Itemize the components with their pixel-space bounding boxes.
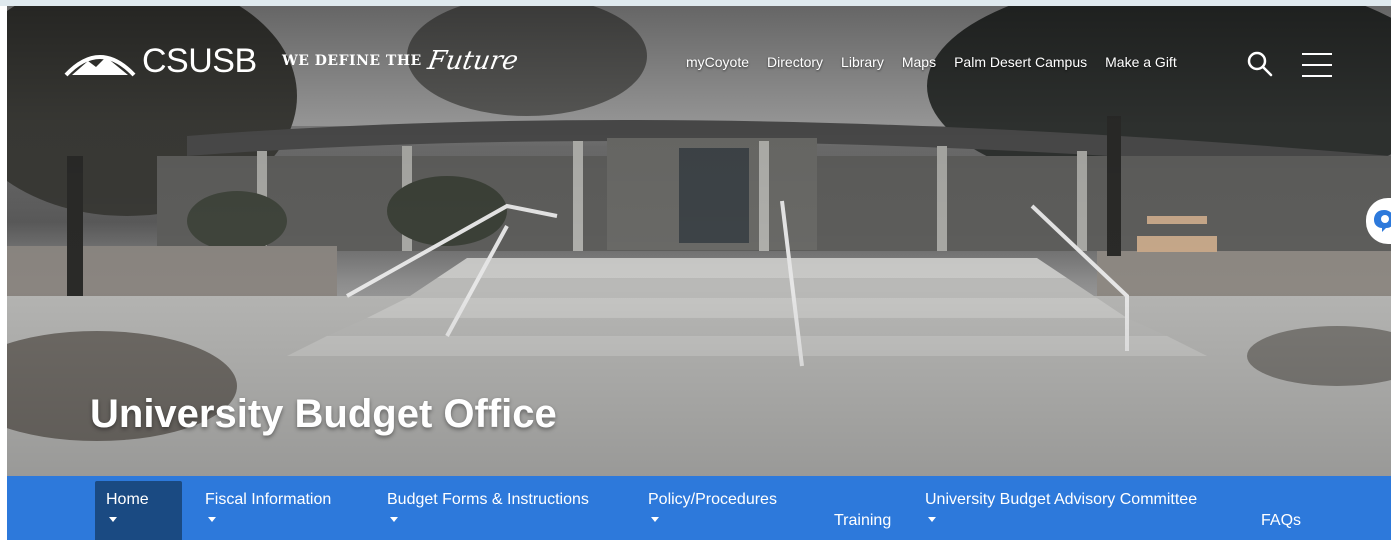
nav-item-label: FAQs (1261, 512, 1302, 529)
utility-nav: myCoyote Directory Library Maps Palm Des… (686, 54, 1177, 70)
menu-button[interactable] (1300, 50, 1334, 80)
chevron-down-icon (109, 517, 117, 522)
nav-link-make-a-gift[interactable]: Make a Gift (1105, 54, 1177, 70)
search-icon (1247, 51, 1273, 77)
nav-item-faqs[interactable]: FAQs (1261, 512, 1301, 530)
logo-text: CSUSB (142, 42, 257, 80)
main-nav: Home Fiscal Information Budget Forms & I… (7, 476, 1391, 540)
chat-bubble-icon (1374, 210, 1391, 232)
nav-item-label: Policy/Procedures (648, 491, 777, 508)
nav-item-label: Budget Forms & Instructions (387, 491, 589, 508)
nav-link-palm-desert-campus[interactable]: Palm Desert Campus (954, 54, 1087, 70)
nav-link-directory[interactable]: Directory (767, 54, 823, 70)
tagline: WE DEFINE THE Future (282, 46, 521, 76)
mountain-logo-icon (64, 55, 136, 77)
nav-link-library[interactable]: Library (841, 54, 884, 70)
nav-item-label: University Budget Advisory Committee (925, 491, 1198, 508)
chevron-down-icon (390, 517, 398, 522)
nav-item-home[interactable]: Home (95, 481, 182, 540)
nav-link-maps[interactable]: Maps (902, 54, 936, 70)
nav-item-budget-forms[interactable]: Budget Forms & Instructions (387, 491, 589, 522)
tagline-script: Future (425, 46, 521, 76)
chevron-down-icon (928, 517, 936, 522)
nav-item-label: Home (106, 491, 149, 508)
nav-item-fiscal-information[interactable]: Fiscal Information (205, 491, 331, 522)
nav-item-label: Training (834, 512, 892, 529)
hamburger-menu-icon (1302, 53, 1332, 77)
csusb-logo[interactable]: CSUSB (62, 44, 257, 78)
page-title: University Budget Office (90, 392, 557, 436)
chevron-down-icon (651, 517, 659, 522)
nav-link-mycoyote[interactable]: myCoyote (686, 54, 749, 70)
tagline-main: WE DEFINE THE (282, 53, 422, 69)
nav-item-policy-procedures[interactable]: Policy/Procedures (648, 491, 777, 522)
nav-item-label: Fiscal Information (205, 491, 332, 508)
nav-item-budget-advisory-committee[interactable]: University Budget Advisory Committee (925, 491, 1197, 522)
nav-item-training[interactable]: Training (834, 512, 891, 530)
chevron-down-icon (208, 517, 216, 522)
search-button[interactable] (1246, 50, 1274, 78)
